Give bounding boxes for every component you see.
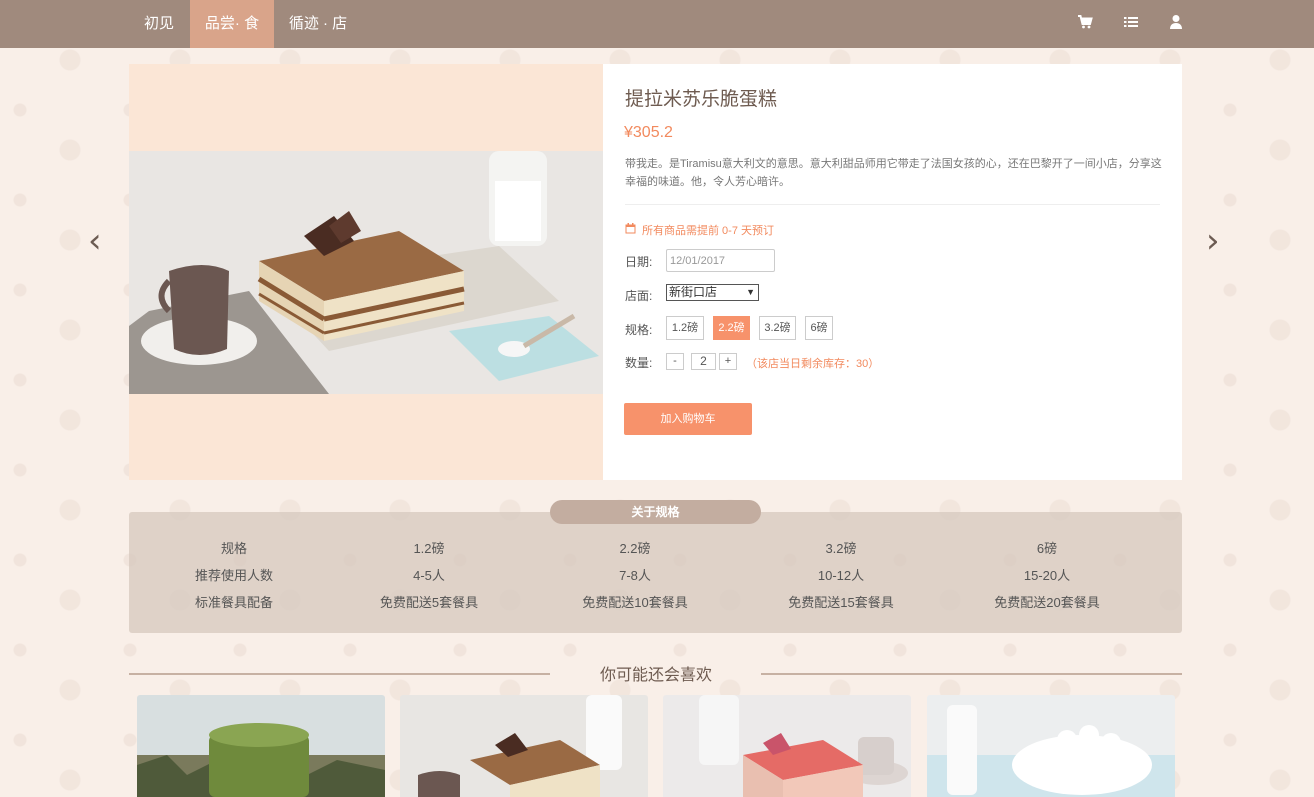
- table-cell: 免费配送15套餐具: [788, 595, 894, 610]
- table-cell: 免费配送10套餐具: [582, 595, 688, 610]
- table-cell: 15-20人: [1023, 568, 1071, 583]
- table-cell: 推荐使用人数: [194, 568, 273, 583]
- stock-note: （该店当日剩余库存：30）: [746, 358, 880, 370]
- product-photo: [129, 151, 603, 394]
- preorder-notice-text: 所有商品需提前 0-7 天预订: [642, 225, 775, 237]
- date-input[interactable]: [666, 249, 775, 272]
- spec-table: 规格 1.2磅 2.2磅 3.2磅 6磅 推荐使用人数 4-5人 7-8人 10…: [129, 512, 1182, 633]
- spec-option-1-2[interactable]: 1.2磅: [666, 316, 704, 340]
- recommend-card-3[interactable]: [663, 695, 911, 797]
- table-cell: 4-5人: [413, 568, 445, 583]
- qty-label: 数量:: [625, 356, 653, 370]
- table-cell: 2.2磅: [619, 541, 651, 556]
- store-select[interactable]: 新街口店 ▼: [666, 284, 759, 301]
- product-image-container: [129, 64, 603, 480]
- qty-minus-button[interactable]: -: [666, 353, 684, 370]
- table-cell: 3.2磅: [825, 541, 857, 556]
- recommend-card-2[interactable]: [400, 695, 648, 797]
- table-row: 规格 1.2磅 2.2磅 3.2磅 6磅: [129, 538, 1182, 556]
- divider: [625, 204, 1160, 205]
- table-cell: 免费配送5套餐具: [379, 595, 479, 610]
- list-icon[interactable]: [1123, 14, 1143, 34]
- store-label: 店面:: [625, 289, 653, 303]
- preorder-notice: 所有商品需提前 0-7 天预订: [625, 222, 774, 238]
- table-cell: 7-8人: [619, 568, 651, 583]
- spec-section-tag: 关于规格: [550, 500, 761, 524]
- table-cell: 标准餐具配备: [194, 595, 273, 610]
- date-label: 日期:: [625, 255, 653, 269]
- caret-down-icon: ▼: [746, 287, 755, 297]
- recommend-card-1[interactable]: [137, 695, 385, 797]
- calendar-icon: [625, 223, 636, 237]
- product-detail-panel: 提拉米苏乐脆蛋糕 ¥305.2 带我走。是Tiramisu意大利文的意思。意大利…: [603, 64, 1182, 480]
- divider: [129, 673, 550, 675]
- top-navbar: 初见 品尝· 食 循迹 · 店: [0, 0, 1314, 48]
- cart-icon[interactable]: [1077, 14, 1097, 34]
- spec-option-2-2[interactable]: 2.2磅: [713, 316, 750, 340]
- carousel-next-arrow-icon[interactable]: ›: [1206, 224, 1230, 258]
- nav-item-first-meet[interactable]: 初见: [129, 0, 189, 48]
- table-cell: 1.2磅: [413, 541, 445, 556]
- carousel-prev-arrow-icon[interactable]: ‹: [88, 224, 112, 258]
- table-cell: 10-12人: [817, 568, 865, 583]
- product-description: 带我走。是Tiramisu意大利文的意思。意大利甜品师用它带走了法国女孩的心，还…: [625, 158, 1162, 188]
- product-price: ¥305.2: [624, 124, 673, 141]
- qty-plus-button[interactable]: +: [719, 353, 737, 370]
- user-icon[interactable]: [1169, 14, 1189, 34]
- nav-item-taste[interactable]: 品尝· 食: [190, 0, 274, 48]
- spec-option-6[interactable]: 6磅: [805, 316, 833, 340]
- recommend-card-4[interactable]: [927, 695, 1175, 797]
- table-cell: 规格: [220, 541, 247, 556]
- divider: [761, 673, 1182, 675]
- recommend-title: 你可能还会喜欢: [599, 667, 712, 684]
- store-select-value: 新街口店: [669, 285, 718, 299]
- spec-option-3-2[interactable]: 3.2磅: [759, 316, 796, 340]
- add-to-cart-button[interactable]: 加入购物车: [624, 403, 752, 435]
- table-cell: 6磅: [1036, 541, 1058, 556]
- qty-input[interactable]: 2: [691, 353, 716, 370]
- table-cell: 免费配送20套餐具: [994, 595, 1100, 610]
- product-title: 提拉米苏乐脆蛋糕: [625, 89, 778, 110]
- spec-label: 规格:: [625, 323, 653, 337]
- table-row: 标准餐具配备 免费配送5套餐具 免费配送10套餐具 免费配送15套餐具 免费配送…: [129, 592, 1182, 610]
- nav-item-stores[interactable]: 循迹 · 店: [278, 0, 358, 48]
- table-row: 推荐使用人数 4-5人 7-8人 10-12人 15-20人: [129, 565, 1182, 583]
